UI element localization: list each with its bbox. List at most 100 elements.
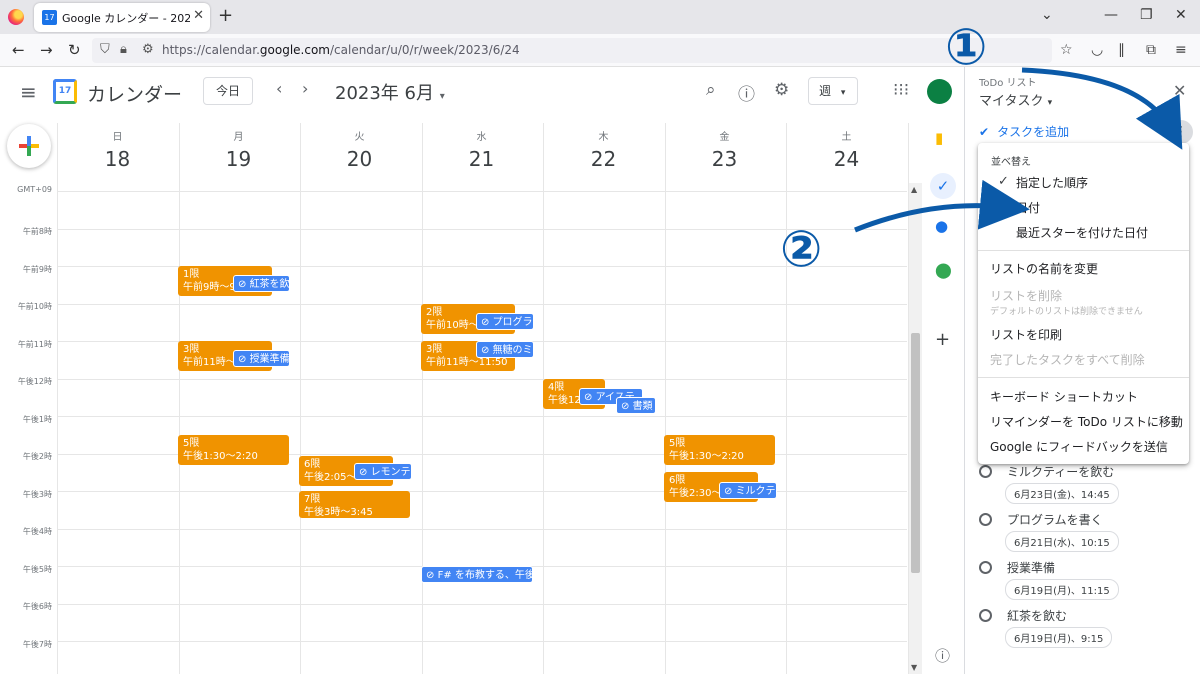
task-complete-circle-icon[interactable] bbox=[979, 513, 992, 526]
scroll-down-icon[interactable]: ▼ bbox=[911, 663, 917, 672]
day-header[interactable]: 土 24 bbox=[786, 128, 907, 171]
list-options-menu: 並べ替え ✓ 指定した順序 日付 最近スターを付けた日付 リストの名前を変更 リ… bbox=[978, 143, 1189, 464]
day-header[interactable]: 木 22 bbox=[543, 128, 664, 171]
forward-icon[interactable]: → bbox=[40, 41, 53, 59]
calendar-task[interactable]: ⊘ ミルクテ bbox=[719, 482, 777, 499]
extensions-icon[interactable]: ⧉ bbox=[1146, 42, 1156, 58]
hour-label: 午前8時 bbox=[22, 227, 52, 236]
calendar-event[interactable]: 5限 午後1:30～2:20 bbox=[178, 435, 289, 465]
calendar-task[interactable]: ⊘ 紅茶を飲 bbox=[233, 275, 290, 292]
task-list-selector[interactable]: マイタスク ▾ bbox=[979, 90, 1052, 109]
day-header[interactable]: 水 21 bbox=[421, 128, 542, 171]
task-due-chip[interactable]: 6月23日(金)、14:45 bbox=[1005, 483, 1119, 504]
pocket-icon[interactable]: ◡ bbox=[1091, 42, 1103, 58]
add-addon-icon[interactable]: + bbox=[935, 329, 950, 350]
move-reminders[interactable]: リマインダーを ToDo リストに移動 bbox=[990, 413, 1183, 430]
lock-icon[interactable]: 🔒︎ bbox=[120, 42, 127, 57]
task-title: ミルクテ bbox=[735, 486, 776, 497]
day-number[interactable]: 19 bbox=[178, 147, 299, 171]
sort-custom-order[interactable]: 指定した順序 bbox=[1016, 174, 1088, 191]
prev-week-button[interactable]: ‹ bbox=[276, 79, 282, 98]
day-of-week: 月 bbox=[233, 132, 244, 143]
minimize-icon[interactable]: — bbox=[1104, 7, 1118, 23]
firefox-icon[interactable] bbox=[8, 9, 24, 25]
rename-list[interactable]: リストの名前を変更 bbox=[990, 260, 1098, 277]
tasks-icon[interactable]: ✓ bbox=[930, 173, 956, 199]
day-number[interactable]: 23 bbox=[664, 147, 785, 171]
apps-grid-icon[interactable]: ⁝⁝⁝ bbox=[893, 80, 909, 100]
sort-by-starred[interactable]: 最近スターを付けた日付 bbox=[1016, 224, 1148, 241]
keep-icon[interactable]: ▮ bbox=[935, 129, 943, 147]
task-check-icon: ⊘ bbox=[238, 354, 250, 365]
day-header[interactable]: 日 18 bbox=[57, 128, 178, 171]
day-column-line bbox=[421, 123, 423, 674]
panel-close-icon[interactable]: ✕ bbox=[1173, 81, 1186, 100]
scroll-up-icon[interactable]: ▲ bbox=[911, 185, 917, 194]
scroll-thumb[interactable] bbox=[911, 333, 920, 573]
keyboard-shortcuts[interactable]: キーボード ショートカット bbox=[990, 388, 1138, 405]
day-header[interactable]: 月 19 bbox=[178, 128, 299, 171]
calendar-event[interactable]: 7限 午後3時～3:45 bbox=[299, 491, 410, 518]
grid-scrollbar[interactable]: ▲ ▼ bbox=[909, 183, 922, 674]
maximize-icon[interactable]: ❐ bbox=[1140, 7, 1153, 23]
browser-nav-bar: ← → ↻ ⛉ 🔒︎ ⚙ https://calendar.google.com… bbox=[0, 34, 1200, 67]
new-tab-button[interactable]: + bbox=[218, 5, 233, 26]
settings-gear-icon[interactable]: ⚙ bbox=[774, 80, 789, 100]
tab-close-icon[interactable]: ✕ bbox=[193, 8, 204, 23]
help-icon[interactable]: ⓘ bbox=[738, 80, 755, 105]
day-header[interactable]: 金 23 bbox=[664, 128, 785, 171]
calendar-task[interactable]: ⊘ F# を布教する、午後 bbox=[421, 566, 533, 583]
event-title: 5限 bbox=[669, 438, 686, 449]
send-feedback[interactable]: Google にフィードバックを送信 bbox=[990, 438, 1168, 455]
print-list[interactable]: リストを印刷 bbox=[990, 326, 1062, 343]
reload-icon[interactable]: ↻ bbox=[68, 41, 81, 59]
calendar-event[interactable]: 5限 午後1:30～2:20 bbox=[664, 435, 775, 465]
day-column-line bbox=[57, 123, 58, 674]
hour-label: 午後4時 bbox=[22, 527, 52, 536]
day-of-week: 金 bbox=[719, 132, 730, 143]
avatar[interactable] bbox=[927, 79, 952, 104]
info-icon[interactable]: ⓘ bbox=[935, 645, 950, 666]
calendar-task[interactable]: ⊘ 無糖のミ bbox=[476, 341, 534, 358]
list-options-kebab-icon[interactable]: ⋮ bbox=[1169, 120, 1193, 144]
task-due-chip[interactable]: 6月19日(月)、11:15 bbox=[1005, 579, 1119, 600]
day-number[interactable]: 21 bbox=[421, 147, 542, 171]
task-complete-circle-icon[interactable] bbox=[979, 561, 992, 574]
sort-by-date[interactable]: 日付 bbox=[1016, 199, 1040, 216]
task-due-chip[interactable]: 6月19日(月)、9:15 bbox=[1005, 627, 1113, 648]
browser-tab[interactable]: 17 Google カレンダー - 2023年 6月 1 ✕ bbox=[34, 3, 210, 32]
maps-icon[interactable]: ⬤ bbox=[935, 261, 952, 279]
menu-icon[interactable]: ≡ bbox=[1175, 42, 1187, 58]
back-icon[interactable]: ← bbox=[12, 41, 25, 59]
task-complete-circle-icon[interactable] bbox=[979, 609, 992, 622]
calendar-task[interactable]: ⊘ プログラ bbox=[476, 313, 534, 330]
day-of-week: 木 bbox=[598, 132, 609, 143]
day-header[interactable]: 火 20 bbox=[299, 128, 420, 171]
calendar-task[interactable]: ⊘ 書類 bbox=[616, 397, 656, 414]
calendar-task[interactable]: ⊘ 授業準備 bbox=[233, 350, 290, 367]
tab-list-chevron-icon[interactable]: ⌄ bbox=[1041, 7, 1053, 23]
view-switcher[interactable]: 週 ▾ bbox=[808, 77, 858, 105]
permissions-icon[interactable]: ⚙ bbox=[142, 42, 154, 57]
day-number[interactable]: 24 bbox=[786, 147, 907, 171]
contacts-icon[interactable]: ● bbox=[935, 217, 948, 235]
day-number[interactable]: 20 bbox=[299, 147, 420, 171]
create-button[interactable] bbox=[7, 124, 51, 168]
day-number[interactable]: 18 bbox=[57, 147, 178, 171]
next-week-button[interactable]: › bbox=[302, 79, 308, 98]
library-icon[interactable]: ∥ bbox=[1118, 42, 1125, 58]
add-task-button[interactable]: ✔ タスクを追加 bbox=[979, 123, 1069, 140]
url-bar[interactable]: ⛉ 🔒︎ ⚙ https://calendar.google.com/calen… bbox=[92, 38, 1052, 63]
shield-icon[interactable]: ⛉ bbox=[100, 42, 110, 57]
day-number[interactable]: 22 bbox=[543, 147, 664, 171]
task-due-chip[interactable]: 6月21日(水)、10:15 bbox=[1005, 531, 1119, 552]
task-title: 無糖のミ bbox=[492, 345, 533, 356]
today-button[interactable]: 今日 bbox=[203, 77, 253, 105]
bookmark-star-icon[interactable]: ☆ bbox=[1060, 42, 1073, 58]
calendar-task[interactable]: ⊘ レモンテ bbox=[354, 463, 412, 480]
current-period[interactable]: 2023年 6月 ▾ bbox=[335, 79, 445, 105]
main-menu-icon[interactable]: ≡ bbox=[20, 80, 37, 104]
window-close-icon[interactable]: ✕ bbox=[1175, 7, 1187, 23]
task-complete-circle-icon[interactable] bbox=[979, 465, 992, 478]
search-icon[interactable]: ⌕ bbox=[706, 80, 716, 100]
